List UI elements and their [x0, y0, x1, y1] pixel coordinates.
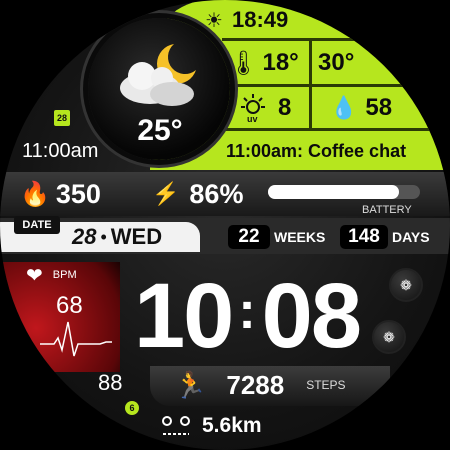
floors-badge-text: 6: [129, 403, 135, 413]
ecg-line: [40, 321, 112, 357]
date-separator: •: [100, 226, 107, 247]
humidity[interactable]: 💧 58: [330, 90, 392, 126]
battery-bar-track: [268, 185, 420, 199]
time-display: 10 : 08: [112, 264, 382, 367]
lightning-icon: ⚡: [152, 181, 180, 206]
droplet-icon: 💧: [330, 95, 358, 120]
heart-bpm: 68: [56, 292, 83, 319]
distance[interactable]: 5.6km: [160, 410, 262, 442]
calendar-badge[interactable]: 28: [54, 110, 70, 126]
temp-high-value: 30°: [318, 49, 355, 76]
weeks-badge: 22: [228, 225, 270, 249]
date-label-box: DATE: [14, 216, 60, 234]
battery-percent[interactable]: ⚡ 86%: [152, 176, 243, 212]
sunset-time: 18:49: [232, 7, 289, 32]
flower-icon: ❁: [383, 328, 395, 345]
app-shortcut-bottom-button[interactable]: ❁: [372, 320, 406, 354]
battery-percent-value: 86%: [189, 178, 244, 209]
floors-badge: 6: [125, 401, 139, 415]
date-display[interactable]: 28 • WED: [72, 222, 162, 252]
calendar-event-line[interactable]: 11:00am: Coffee chat: [226, 136, 406, 166]
steps-value: 7288: [226, 369, 285, 400]
flame-icon: 🔥: [20, 180, 50, 208]
time-minutes: 08: [261, 264, 362, 367]
uv-icon: uv: [241, 94, 265, 123]
calories[interactable]: 🔥 350: [20, 176, 101, 212]
humidity-value: 58: [365, 94, 393, 121]
flower-icon: ❁: [400, 276, 412, 293]
divider: [222, 128, 450, 131]
route-icon: [162, 416, 190, 435]
divider: [309, 40, 312, 130]
days-label: DAYS: [392, 229, 430, 245]
calories-value: 350: [55, 178, 101, 209]
time-hours: 10: [133, 264, 234, 367]
temp-low[interactable]: 🌡 18°: [228, 44, 299, 82]
uv-index[interactable]: uv 8: [236, 90, 291, 126]
weeks-label: WEEKS: [274, 229, 326, 245]
temp-low-value: 18°: [262, 49, 299, 76]
distance-value: 5.6km: [202, 414, 262, 437]
temp-high[interactable]: 30°: [318, 44, 354, 82]
battery-bar-fill: [268, 185, 399, 199]
battery-label: BATTERY: [362, 204, 412, 216]
running-icon: 🏃: [174, 369, 207, 400]
app-shortcut-top-button[interactable]: ❁: [389, 268, 423, 302]
heart-label: BPM: [52, 269, 77, 281]
uv-value: 8: [278, 94, 292, 121]
steps[interactable]: 🏃 7288 STEPS: [174, 366, 346, 404]
current-temp: 25°: [137, 114, 183, 147]
divider: [222, 84, 450, 87]
night-cloud-moon-icon: [120, 44, 196, 106]
thermometer-icon: 🌡: [228, 49, 259, 77]
sunset-icon: ☀: [205, 9, 223, 32]
floors-value: 88: [98, 370, 123, 395]
date-label: DATE: [22, 219, 52, 231]
calendar-badge-text: 28: [56, 113, 67, 123]
date-weekday: WED: [110, 224, 163, 249]
heart-icon: ❤: [26, 264, 43, 287]
days-value: 148: [348, 226, 380, 247]
date-day-num: 28: [72, 224, 97, 249]
steps-label: STEPS: [306, 378, 346, 392]
sunset-row[interactable]: ☀ 18:49: [200, 4, 288, 36]
svg-text:uv: uv: [247, 114, 258, 123]
days-badge: 148: [340, 225, 388, 249]
watch-face: ☀ 18:49 🌡 18° 30° uv 8 💧 58 11:00am: Cof…: [0, 0, 450, 450]
heart-header: ❤ BPM: [26, 264, 77, 287]
event-text: 11:00am: Coffee chat: [226, 140, 407, 161]
divider: [222, 38, 450, 41]
weeks-value: 22: [238, 226, 260, 247]
event-time: 11:00am: [22, 140, 99, 162]
time-separator: :: [238, 282, 256, 340]
